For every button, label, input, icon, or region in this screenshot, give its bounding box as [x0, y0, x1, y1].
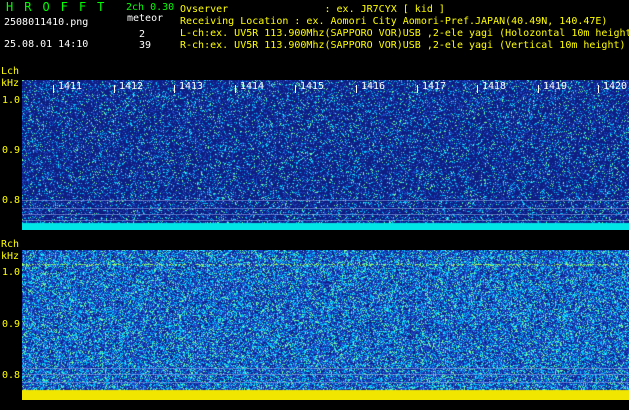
- app-title: HROFFT: [6, 0, 116, 14]
- filename: 2508011410.png: [4, 17, 89, 28]
- time-tick: [174, 85, 175, 93]
- location-line: Receiving Location : ex. Aomori City Aom…: [180, 16, 608, 27]
- time-label-1419: 1419: [543, 81, 568, 92]
- rch-spectrogram: [22, 250, 629, 400]
- rch-tick-1.0: 1.0: [2, 267, 21, 278]
- rch-tick-0.8: 0.8: [2, 370, 21, 381]
- time-tick: [417, 85, 418, 93]
- rch-unit: kHz: [1, 251, 20, 262]
- rch-label: Rch: [1, 239, 20, 250]
- lch-label: Lch: [1, 66, 20, 77]
- time-tick: [477, 85, 478, 93]
- lch-gridline: [22, 214, 629, 215]
- time-tick: [235, 85, 236, 93]
- time-label-1414: 1414: [240, 81, 265, 92]
- mode-label: 2ch 0.30: [126, 2, 175, 13]
- time-label-1416: 1416: [361, 81, 386, 92]
- rch-tick-0.9: 0.9: [2, 319, 21, 330]
- lch-tick-0.8: 0.8: [2, 195, 21, 206]
- lch-gridline: [22, 208, 629, 209]
- lch-unit: kHz: [1, 78, 20, 89]
- lch-tick-1.0: 1.0: [2, 95, 21, 106]
- time-tick: [598, 85, 599, 93]
- time-tick: [114, 85, 115, 93]
- rch-gridline: [22, 368, 629, 369]
- time-label-1417: 1417: [422, 81, 447, 92]
- time-label-1415: 1415: [300, 81, 325, 92]
- lch-info-line: L-ch:ex. UV5R 113.900Mhz(SAPPORO VOR)USB…: [180, 28, 629, 39]
- meteor-count-rch: 39: [139, 40, 152, 51]
- time-tick: [295, 85, 296, 93]
- lch-gridline: [22, 220, 629, 221]
- time-label-1413: 1413: [179, 81, 204, 92]
- datetime: 25.08.01 14:10: [4, 39, 89, 50]
- rch-info-line: R-ch:ex. UV5R 113.900Mhz(SAPPORO VOR)USB…: [180, 40, 626, 51]
- time-label-1418: 1418: [482, 81, 507, 92]
- time-tick: [356, 85, 357, 93]
- time-label-1420: 1420: [603, 81, 628, 92]
- time-tick: [53, 85, 54, 93]
- time-label-1412: 1412: [119, 81, 144, 92]
- lch-tick-0.9: 0.9: [2, 145, 21, 156]
- meteor-label: meteor: [127, 13, 164, 24]
- time-tick: [538, 85, 539, 93]
- observer-line: Ovserver : ex. JR7CYX [ kid ]: [180, 4, 445, 15]
- meteor-count-lch: 2: [139, 29, 146, 40]
- rch-gridline: [22, 382, 629, 383]
- rch-gridline: [22, 374, 629, 375]
- lch-gridline: [22, 200, 629, 201]
- time-label-1411: 1411: [58, 81, 83, 92]
